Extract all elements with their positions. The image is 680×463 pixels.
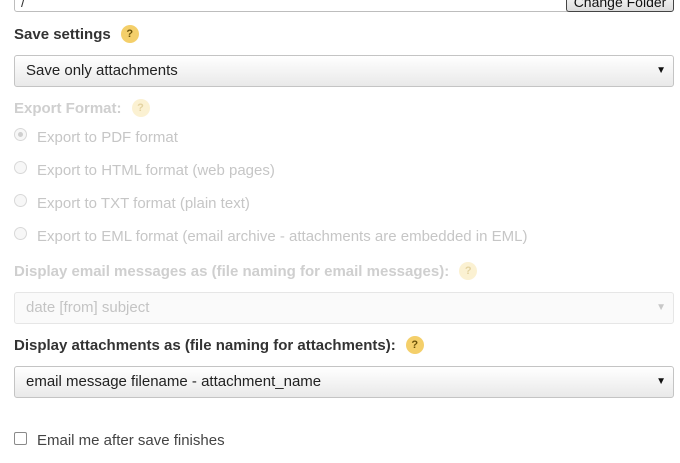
display-messages-selected: date [from] subject xyxy=(26,299,150,316)
display-attachments-label: Display attachments as (file naming for … xyxy=(14,336,424,354)
display-messages-label-text: Display email messages as (file naming f… xyxy=(14,262,450,280)
email-me-label: Email me after save finishes xyxy=(37,432,225,449)
change-folder-button[interactable]: Change Folder xyxy=(566,0,674,12)
dropdown-arrow-icon: ▼ xyxy=(656,65,666,76)
export-pdf-label: Export to PDF format xyxy=(37,129,178,146)
email-me-checkbox[interactable] xyxy=(14,432,27,445)
save-settings-select[interactable]: Save only attachments ▼ xyxy=(14,55,674,87)
help-icon[interactable]: ? xyxy=(120,25,139,43)
export-pdf-option[interactable]: Export to PDF format xyxy=(14,128,178,146)
export-eml-option[interactable]: Export to EML format (email archive - at… xyxy=(14,227,528,245)
radio-html[interactable] xyxy=(14,161,27,174)
help-icon[interactable]: ? xyxy=(405,336,424,354)
help-icon[interactable]: ? xyxy=(459,262,478,280)
export-txt-option[interactable]: Export to TXT format (plain text) xyxy=(14,194,250,212)
save-settings-label: Save settings ? xyxy=(14,25,139,43)
export-eml-label: Export to EML format (email archive - at… xyxy=(37,228,528,245)
display-messages-label: Display email messages as (file naming f… xyxy=(14,262,478,280)
radio-eml[interactable] xyxy=(14,227,27,240)
export-txt-label: Export to TXT format (plain text) xyxy=(37,195,250,212)
radio-txt[interactable] xyxy=(14,194,27,207)
display-attachments-select[interactable]: email message filename - attachment_name… xyxy=(14,366,674,398)
email-me-option[interactable]: Email me after save finishes xyxy=(14,432,225,449)
folder-row: / Change Folder xyxy=(14,0,674,12)
export-html-option[interactable]: Export to HTML format (web pages) xyxy=(14,161,275,179)
display-messages-select[interactable]: date [from] subject ▼ xyxy=(14,292,674,324)
dropdown-arrow-icon: ▼ xyxy=(656,376,666,387)
folder-path-input[interactable]: / xyxy=(14,0,570,12)
save-settings-label-text: Save settings xyxy=(14,25,111,43)
radio-pdf[interactable] xyxy=(14,128,27,141)
export-format-label: Export Format: ? xyxy=(14,99,150,117)
display-attachments-selected: email message filename - attachment_name xyxy=(26,373,322,390)
dropdown-arrow-icon: ▼ xyxy=(656,302,666,313)
save-settings-selected: Save only attachments xyxy=(26,62,178,79)
export-format-label-text: Export Format: xyxy=(14,99,122,117)
help-icon[interactable]: ? xyxy=(131,99,150,117)
display-attachments-label-text: Display attachments as (file naming for … xyxy=(14,336,396,354)
export-html-label: Export to HTML format (web pages) xyxy=(37,162,275,179)
